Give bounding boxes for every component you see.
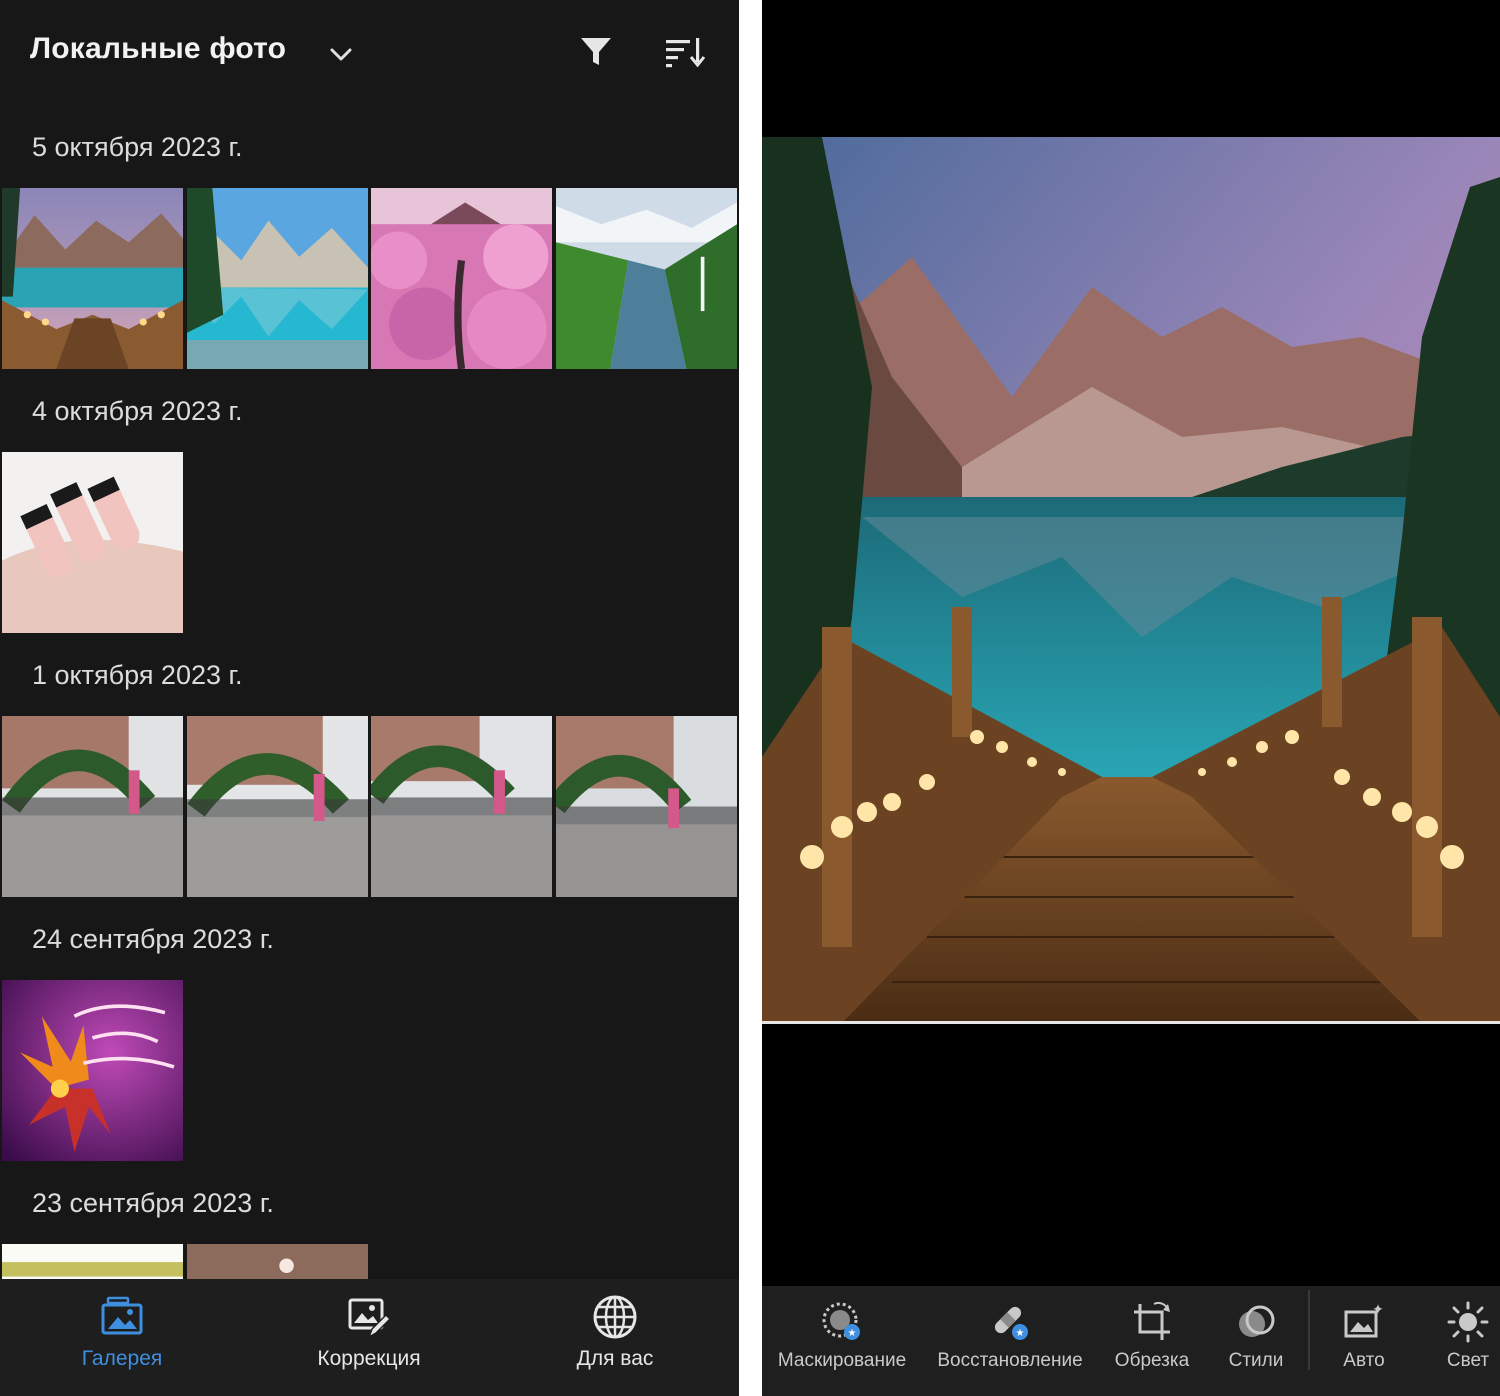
tool-healing[interactable]: ★ Восстановление xyxy=(934,1286,1086,1396)
photo-thumbnail[interactable] xyxy=(2,188,183,369)
section-date: 5 октября 2023 г. xyxy=(32,132,243,162)
tool-masking[interactable]: ★ Маскирование xyxy=(768,1286,916,1396)
globe-icon xyxy=(593,1295,637,1339)
tool-label: Восстановление xyxy=(937,1350,1083,1371)
filter-icon[interactable] xyxy=(578,34,614,70)
photo-thumbnail[interactable] xyxy=(187,188,368,369)
bottom-navigation: Галерея Коррекция Для вас xyxy=(0,1279,739,1396)
section-date: 24 сентября 2023 г. xyxy=(32,924,274,954)
tool-label: Свет xyxy=(1446,1350,1490,1371)
edit-tools-bar: ★ Маскирование ★ Восстановление Обрезка … xyxy=(762,1286,1500,1396)
tool-styles[interactable]: Стили xyxy=(1214,1286,1298,1396)
gallery-screen: Локальные фото 5 октября 2023 г. 4 октяб… xyxy=(0,0,739,1396)
photo-thumbnail[interactable] xyxy=(2,716,183,897)
section-date: 23 сентября 2023 г. xyxy=(32,1188,274,1218)
tool-label: Маскирование xyxy=(777,1350,907,1371)
photo-thumbnail[interactable] xyxy=(371,188,552,369)
nav-label: Галерея xyxy=(81,1347,163,1370)
crop-icon xyxy=(1134,1301,1170,1340)
light-icon xyxy=(1447,1301,1489,1343)
edited-photo[interactable] xyxy=(762,137,1500,1023)
chevron-down-icon[interactable] xyxy=(326,40,356,70)
tool-label: Авто xyxy=(1343,1350,1385,1371)
styles-icon xyxy=(1239,1305,1275,1337)
nav-gallery[interactable]: Галерея xyxy=(32,1279,212,1396)
section-date: 4 октября 2023 г. xyxy=(32,396,243,426)
masking-icon: ★ xyxy=(822,1302,860,1340)
healing-icon: ★ xyxy=(994,1306,1028,1340)
section-date: 1 октября 2023 г. xyxy=(32,660,243,690)
edit-photo-icon xyxy=(348,1298,392,1339)
tool-label: Обрезка xyxy=(1114,1350,1190,1371)
tool-crop[interactable]: Обрезка xyxy=(1106,1286,1198,1396)
photo-thumbnail[interactable] xyxy=(187,716,368,897)
tool-auto[interactable]: ✦ Авто xyxy=(1324,1286,1404,1396)
photo-thumbnail[interactable] xyxy=(2,452,183,633)
tool-label: Стили xyxy=(1228,1350,1284,1371)
nav-label: Коррекция xyxy=(317,1347,421,1370)
photo-thumbnail[interactable] xyxy=(2,980,183,1161)
nav-for-you[interactable]: Для вас xyxy=(525,1279,705,1396)
gallery-icon xyxy=(101,1296,143,1335)
auto-icon: ✦ xyxy=(1344,1302,1384,1338)
svg-text:★: ★ xyxy=(1016,1328,1025,1339)
photo-thumbnail[interactable] xyxy=(556,716,737,897)
tool-light[interactable]: Свет xyxy=(1430,1286,1500,1396)
photo-thumbnail[interactable] xyxy=(556,188,737,369)
svg-text:✦: ✦ xyxy=(1372,1302,1384,1318)
page-title[interactable]: Локальные фото xyxy=(30,32,286,66)
editor-screen: ★ Маскирование ★ Восстановление Обрезка … xyxy=(762,0,1500,1396)
photo-divider xyxy=(762,1021,1500,1024)
nav-edit[interactable]: Коррекция xyxy=(279,1279,459,1396)
photo-thumbnail[interactable] xyxy=(371,716,552,897)
toolbar-divider xyxy=(1308,1290,1310,1370)
svg-text:★: ★ xyxy=(848,1328,857,1339)
sort-icon[interactable] xyxy=(664,34,706,70)
nav-label: Для вас xyxy=(576,1347,654,1370)
